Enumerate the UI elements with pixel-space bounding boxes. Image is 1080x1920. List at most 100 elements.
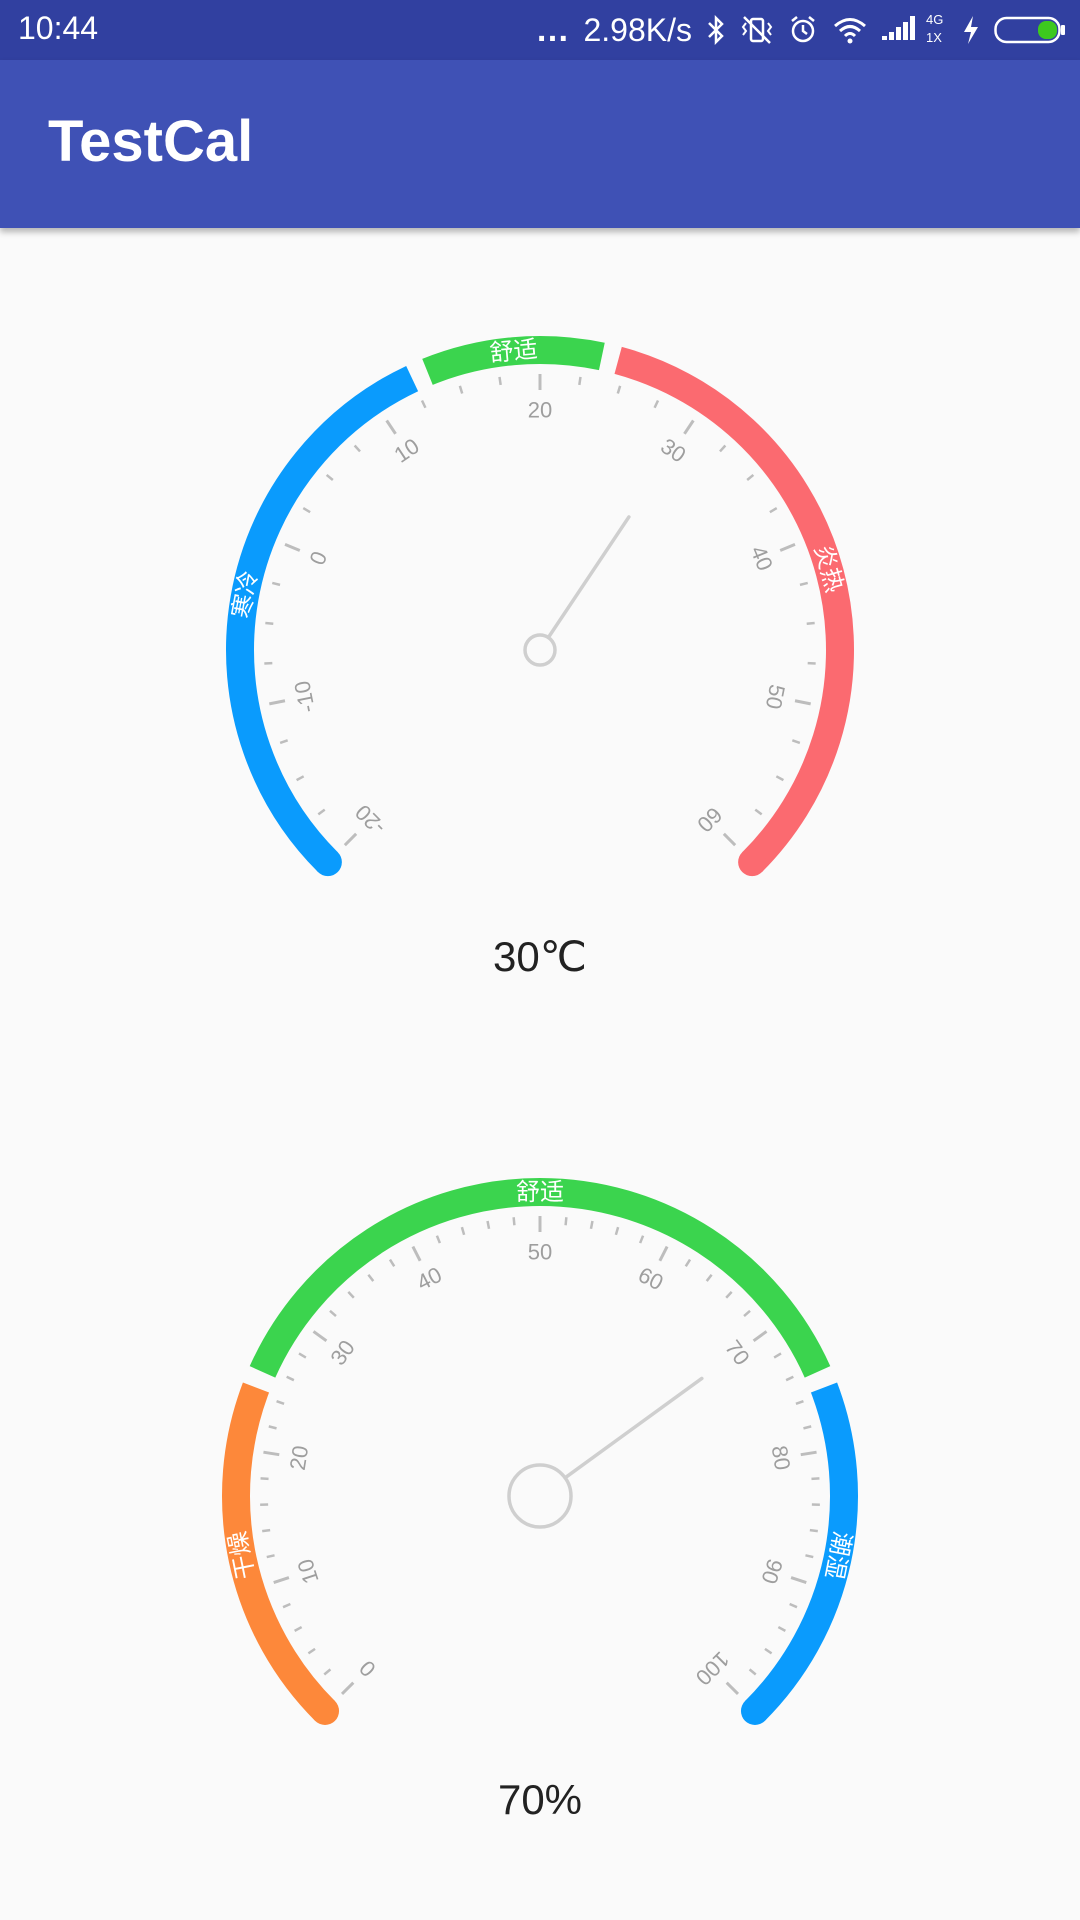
major-tick [800, 1450, 817, 1457]
minor-tick [435, 1235, 442, 1244]
minor-tick [564, 1217, 568, 1226]
major-tick [790, 1576, 807, 1584]
zone-cap-2 [738, 848, 767, 877]
more-dots-icon: … [535, 10, 570, 49]
minor-tick [748, 1668, 757, 1676]
zone-cap-0 [311, 1696, 340, 1725]
tick-label: 60 [634, 1262, 667, 1295]
minor-tick [512, 1217, 516, 1226]
minor-tick [769, 507, 778, 514]
gauge-needle [563, 1376, 704, 1480]
tick-label: 40 [745, 542, 777, 574]
humidity-gauge-dial: 干燥舒适潮湿0102030405060708090100 [222, 1178, 858, 1725]
bluetooth-icon [708, 15, 724, 45]
gauge-hub [523, 633, 557, 667]
major-tick [779, 542, 796, 552]
major-tick [752, 1330, 768, 1343]
app-title: TestCal [48, 109, 254, 174]
minor-tick [458, 385, 464, 394]
major-tick [263, 1450, 280, 1457]
major-tick [343, 832, 358, 847]
humidity-value-label: 70% [497, 1776, 583, 1823]
tick-label: 30 [325, 1335, 360, 1370]
minor-tick [388, 1258, 396, 1268]
zone-cap-2 [740, 1696, 769, 1725]
minor-tick [789, 1602, 798, 1609]
minor-tick [777, 1625, 786, 1632]
minor-tick [260, 1477, 269, 1481]
minor-tick [803, 1425, 812, 1430]
major-tick [340, 1681, 355, 1696]
minor-tick [746, 473, 755, 481]
minor-tick [805, 1554, 814, 1559]
minor-tick [653, 399, 660, 409]
minor-tick [578, 376, 582, 386]
minor-tick [684, 1258, 692, 1268]
sim-label: 1X [926, 30, 942, 45]
minor-tick [266, 1554, 275, 1559]
tick-label: -20 [350, 800, 390, 840]
major-tick [269, 699, 286, 706]
temperature-value-label: 30℃ [493, 933, 587, 980]
major-tick [658, 1245, 669, 1262]
minor-tick [323, 1668, 332, 1676]
minor-tick [486, 1220, 491, 1230]
tick-label: 30 [656, 433, 690, 467]
minor-tick [614, 1226, 620, 1236]
minor-tick [719, 444, 727, 453]
minor-tick [317, 808, 326, 816]
major-tick [725, 1681, 740, 1696]
app-bar: TestCal [0, 60, 1080, 228]
vibrate-off-icon [741, 16, 773, 44]
minor-tick [498, 376, 502, 386]
minor-tick [754, 808, 763, 816]
tick-label: 0 [304, 548, 332, 569]
status-bar: 10:44 … 2.98K/s 4G 1X [0, 0, 1080, 60]
minor-tick [785, 1375, 794, 1382]
status-time: 10:44 [18, 10, 99, 46]
minor-tick [589, 1220, 594, 1230]
minor-tick [773, 1352, 782, 1359]
minor-tick [294, 1625, 303, 1632]
zone-label-2: 炎热 [809, 542, 849, 596]
minor-tick [799, 581, 809, 587]
alarm-icon [791, 16, 815, 43]
gauge-needle [546, 515, 631, 640]
network-type-label: 4G [926, 12, 944, 27]
major-tick [312, 1330, 328, 1343]
major-tick [284, 542, 301, 552]
minor-tick [725, 1291, 733, 1299]
minor-tick [638, 1235, 645, 1244]
signal-indicator: 4G 1X [882, 10, 948, 50]
humidity-gauge: 干燥 舒适 潮湿 0 10 20 30 40 50 60 70 80 90 100 70% [200, 1146, 880, 1846]
major-tick [794, 699, 811, 706]
minor-tick [775, 775, 784, 782]
minor-tick [353, 444, 361, 453]
zone-label-0: 寒冷 [227, 568, 263, 620]
tick-label: 80 [767, 1444, 796, 1472]
charging-icon [964, 16, 978, 44]
tick-label: 10 [292, 1556, 323, 1587]
tick-label: 70 [720, 1335, 755, 1370]
minor-tick [268, 1425, 277, 1430]
minor-tick [347, 1291, 355, 1299]
minor-tick [271, 581, 281, 587]
minor-tick [329, 1309, 337, 1318]
tick-label: 20 [528, 398, 552, 423]
battery-icon [994, 16, 1065, 44]
minor-tick [276, 1399, 285, 1406]
zone-label-1: 舒适 [488, 335, 538, 367]
wifi-icon [834, 18, 866, 44]
minor-tick [282, 1602, 291, 1609]
zone-arc-0 [226, 365, 419, 873]
zone-label-2: 潮湿 [820, 1529, 857, 1582]
tick-label: 0 [354, 1655, 380, 1681]
minor-tick [460, 1226, 466, 1236]
gauge-hub [507, 1463, 573, 1529]
tick-label: 90 [756, 1556, 787, 1587]
tick-label: 50 [528, 1240, 552, 1265]
minor-tick [279, 739, 289, 745]
major-tick [385, 419, 397, 435]
zone-arc-2 [614, 346, 854, 873]
minor-tick [806, 621, 815, 625]
